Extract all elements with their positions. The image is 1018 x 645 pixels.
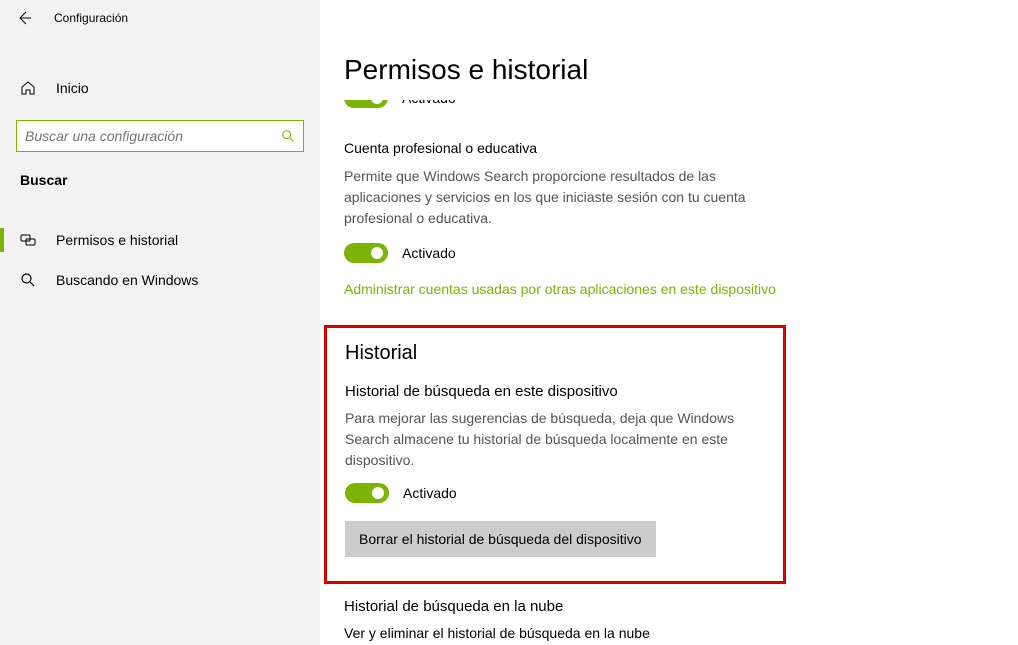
account-section-desc: Permite que Windows Search proporcione r… [344,166,794,229]
sidebar: Configuración Inicio Buscar Permisos e h… [0,0,320,645]
home-nav[interactable]: Inicio [0,70,320,106]
account-section-title: Cuenta profesional o educativa [344,140,994,156]
clear-history-button[interactable]: Borrar el historial de búsqueda del disp… [345,521,656,557]
device-history-title: Historial de búsqueda en este dispositiv… [345,383,765,400]
search-windows-icon [20,272,36,288]
back-arrow-icon[interactable] [16,10,32,26]
history-heading: Historial [345,342,765,365]
clipped-toggle-row: Activado [344,100,994,110]
manage-accounts-link[interactable]: Administrar cuentas usadas por otras apl… [344,281,776,297]
sidebar-item-permissions-history[interactable]: Permisos e historial [0,220,320,260]
search-input[interactable] [25,128,275,144]
account-toggle-row: Activado [344,243,994,263]
account-toggle-label: Activado [402,245,456,261]
sidebar-item-searching-windows[interactable]: Buscando en Windows [0,260,320,300]
cloud-history-line: Ver y eliminar el historial de búsqueda … [344,625,804,641]
sidebar-section-label: Buscar [0,152,320,194]
app-title: Configuración [54,11,128,25]
toggle-label: Activado [402,100,456,106]
main-content: Permisos e historial Activado Cuenta pro… [320,0,1018,645]
nav-list: Permisos e historial Buscando en Windows [0,220,320,300]
device-history-desc: Para mejorar las sugerencias de búsqueda… [345,408,765,471]
search-box[interactable] [16,120,304,152]
history-toggle-row: Activado [345,483,765,503]
permissions-icon [20,232,36,248]
page-title: Permisos e historial [344,54,994,86]
account-toggle[interactable] [344,243,388,263]
search-icon[interactable] [275,129,295,143]
sidebar-item-label: Permisos e historial [56,232,178,248]
history-highlight-box: Historial Historial de búsqueda en este … [324,325,786,584]
cloud-history-section: Historial de búsqueda en la nube Ver y e… [344,598,804,645]
sidebar-item-label: Buscando en Windows [56,272,198,288]
sidebar-header: Configuración [0,0,320,36]
cloud-history-title: Historial de búsqueda en la nube [344,598,804,615]
home-label: Inicio [56,80,89,96]
history-toggle[interactable] [345,483,389,503]
toggle-previous[interactable] [344,100,388,108]
history-toggle-label: Activado [403,485,457,501]
home-icon [20,80,36,96]
